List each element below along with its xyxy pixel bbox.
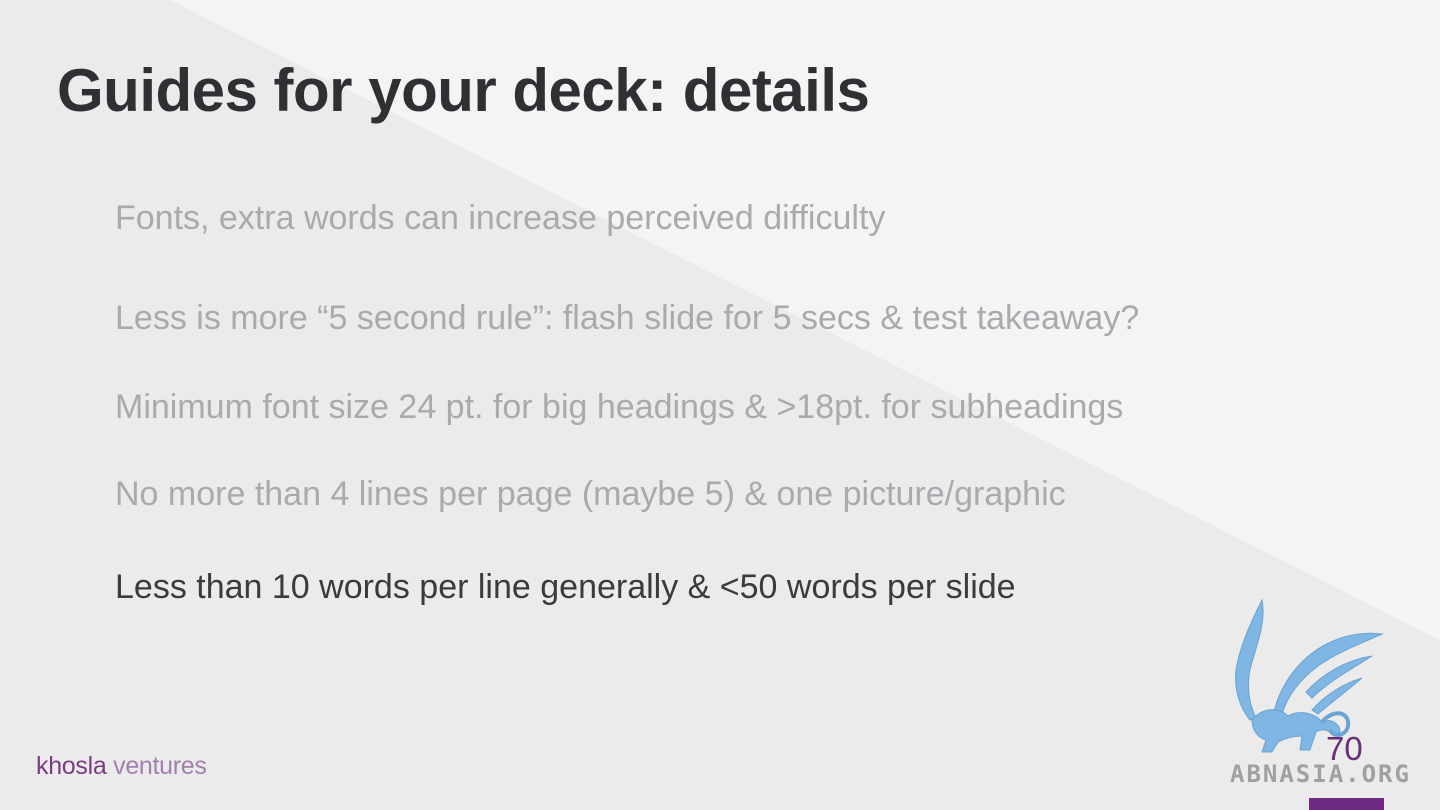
- griffin-logo-icon: [1235, 598, 1384, 753]
- bullet-item-active: Less than 10 words per line generally & …: [115, 568, 1016, 606]
- accent-bar: [1309, 798, 1384, 810]
- bullet-item: Fonts, extra words can increase perceive…: [115, 199, 886, 237]
- brand-name-primary: khosla: [36, 752, 107, 780]
- brand-name-secondary: ventures: [113, 752, 207, 780]
- brand-logo: khosla ventures: [36, 752, 207, 781]
- bullet-item: Minimum font size 24 pt. for big heading…: [115, 388, 1124, 426]
- slide: Guides for your deck: details Fonts, ext…: [0, 0, 1440, 810]
- bullet-item: No more than 4 lines per page (maybe 5) …: [115, 475, 1066, 513]
- slide-title: Guides for your deck: details: [57, 57, 870, 124]
- bullet-item: Less is more “5 second rule”: flash slid…: [115, 299, 1140, 337]
- watermark-text: ABNASIA.ORG: [1230, 760, 1411, 788]
